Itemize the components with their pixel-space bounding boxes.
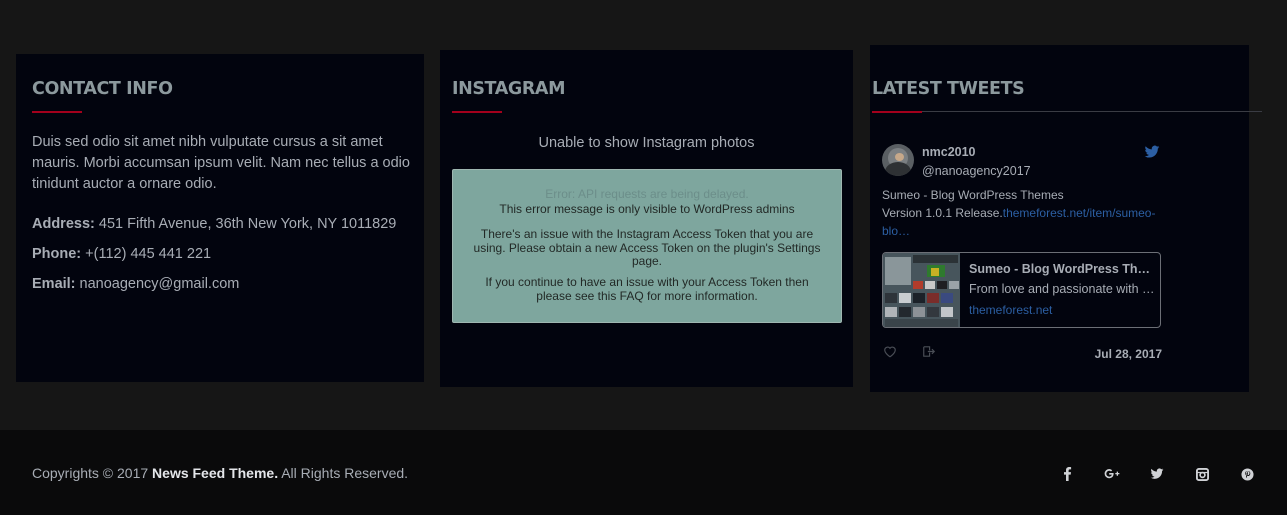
contact-phone: Phone: +(112) 445 441 221 — [32, 246, 211, 262]
instagram-icon[interactable] — [1194, 466, 1210, 482]
instagram-unable-message: Unable to show Instagram photos — [538, 135, 755, 151]
tweets-title-underline — [872, 111, 922, 113]
email-value[interactable]: nanoagency@gmail.com — [76, 276, 240, 292]
contact-info-title: CONTACT INFO — [32, 79, 173, 99]
facebook-icon[interactable] — [1059, 466, 1075, 482]
contact-description: Duis sed odio sit amet nibh vulputate cu… — [32, 134, 410, 192]
phone-value: +(112) 445 441 221 — [81, 246, 212, 262]
phone-label: Phone: — [32, 246, 82, 262]
avatar[interactable] — [882, 144, 914, 176]
tweet-line-2-text: Version 1.0.1 Release. — [882, 206, 1003, 220]
pinterest-icon[interactable] — [1239, 466, 1255, 482]
instagram-title: INSTAGRAM — [452, 79, 566, 99]
brand-link[interactable]: News Feed Theme. — [152, 465, 278, 481]
contact-info-widget: CONTACT INFO Duis sed odio sit amet nibh… — [16, 54, 424, 382]
instagram-error-box: Error: API requests are being delayed. T… — [452, 169, 842, 323]
heart-icon[interactable] — [883, 345, 897, 358]
tweet-date[interactable]: Jul 28, 2017 — [1095, 347, 1162, 361]
tweets-title-rule — [922, 111, 1262, 112]
address-value: 451 Fifth Avenue, 36th New York, NY 1011… — [94, 216, 397, 232]
tweet-text: Sumeo - Blog WordPress Themes Version 1.… — [882, 186, 1172, 240]
card-thumbnail — [883, 253, 960, 327]
tweet-line-2: Version 1.0.1 Release.themeforest.net/it… — [882, 204, 1172, 240]
instagram-title-underline — [452, 111, 502, 113]
twitter-bird-icon[interactable] — [1144, 144, 1160, 160]
google-plus-icon[interactable] — [1104, 466, 1120, 482]
email-label: Email: — [32, 276, 76, 292]
error-heading: Error: API requests are being delayed. — [545, 187, 749, 201]
card-description: From love and passionate with … — [969, 282, 1155, 296]
latest-tweets-title: LATEST TWEETS — [872, 79, 1025, 99]
tweet-user-name[interactable]: nmc2010 — [922, 145, 976, 159]
contact-address: Address: 451 Fifth Avenue, 36th New York… — [32, 216, 396, 232]
card-url: themeforest.net — [969, 303, 1053, 317]
address-label: Address: — [32, 216, 95, 232]
copyright-text: Copyrights © 2017 News Feed Theme. All R… — [32, 465, 408, 481]
reply-icon[interactable] — [922, 345, 936, 358]
error-body-faq: If you continue to have an issue with yo… — [485, 275, 809, 303]
tweet-user-handle[interactable]: @nanoagency2017 — [922, 164, 1031, 178]
card-title: Sumeo - Blog WordPress The… — [969, 262, 1155, 276]
contact-title-underline — [32, 111, 82, 113]
latest-tweets-widget: LATEST TWEETS nmc2010 @nanoagency2017 Su… — [870, 45, 1262, 392]
tweet-link-card[interactable]: Sumeo - Blog WordPress The… From love an… — [882, 252, 1161, 328]
tweet-line-1: Sumeo - Blog WordPress Themes — [882, 188, 1064, 202]
copyright-suffix: All Rights Reserved. — [278, 465, 409, 481]
copyright-prefix: Copyrights © 2017 — [32, 465, 153, 481]
footer: Copyrights © 2017 News Feed Theme. All R… — [0, 430, 1287, 515]
contact-email: Email: nanoagency@gmail.com — [32, 276, 239, 292]
instagram-widget: INSTAGRAM Unable to show Instagram photo… — [440, 50, 853, 387]
error-body: There's an issue with the Instagram Acce… — [473, 227, 821, 268]
error-visibility-note: This error message is only visible to Wo… — [499, 202, 795, 216]
twitter-icon[interactable] — [1149, 466, 1165, 482]
